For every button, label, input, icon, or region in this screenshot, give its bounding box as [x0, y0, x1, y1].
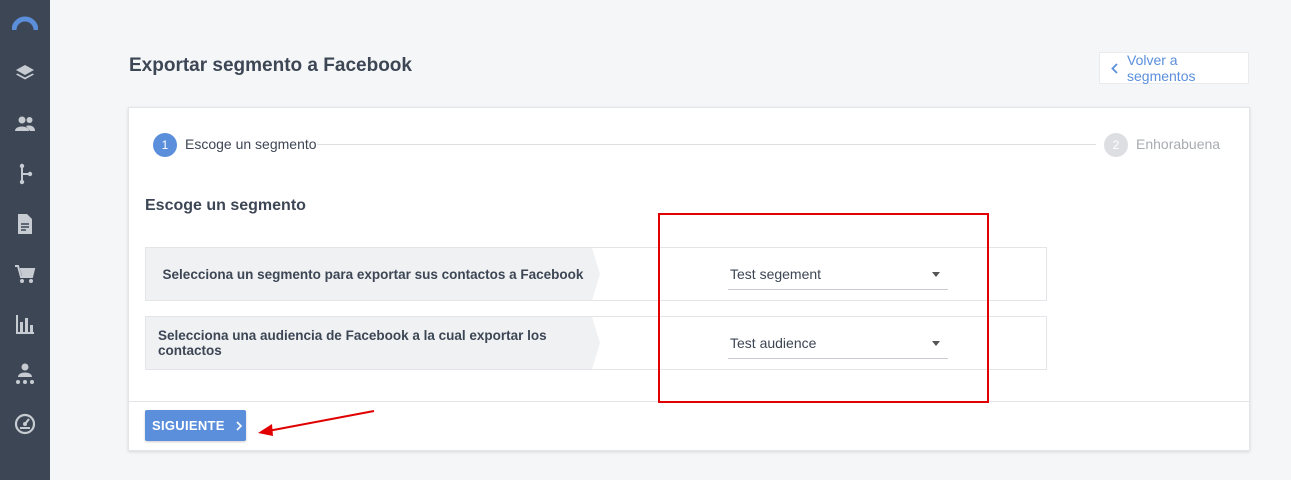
- chevron-right-icon: [236, 420, 242, 431]
- sidebar: [0, 0, 50, 480]
- step-1-number: 1: [153, 133, 177, 157]
- logo-arc-icon[interactable]: [0, 8, 50, 38]
- layers-icon[interactable]: [0, 58, 50, 88]
- cart-icon[interactable]: [0, 259, 50, 289]
- stepper: 1 Escoge un segmento 2 Enhorabuena: [153, 133, 1221, 157]
- back-to-segments-button[interactable]: Volver a segmentos: [1099, 52, 1249, 84]
- contacts-icon[interactable]: [0, 109, 50, 139]
- page-title: Exportar segmento a Facebook: [129, 55, 412, 76]
- dashboard-gauge-icon[interactable]: [0, 409, 50, 439]
- flow-icon[interactable]: [0, 159, 50, 189]
- next-button-label: SIGUIENTE: [152, 418, 225, 433]
- document-icon[interactable]: [0, 209, 50, 239]
- section-title: Escoge un segmento: [145, 197, 306, 214]
- step-2-number: 2: [1104, 133, 1128, 157]
- stepper-connector: [317, 144, 1096, 145]
- segment-row-label: Selecciona un segmento para exportar sus…: [146, 248, 600, 300]
- step-1-label: Escoge un segmento: [185, 136, 317, 152]
- org-icon[interactable]: [0, 359, 50, 389]
- back-button-label: Volver a segmentos: [1127, 52, 1196, 84]
- audience-row-label: Selecciona una audiencia de Facebook a l…: [146, 317, 600, 369]
- bar-chart-icon[interactable]: [0, 309, 50, 339]
- next-button[interactable]: SIGUIENTE: [145, 410, 246, 441]
- step-2-label: Enhorabuena: [1136, 136, 1221, 152]
- chevron-left-icon: [1111, 62, 1118, 74]
- annotation-highlight-box: [658, 213, 989, 403]
